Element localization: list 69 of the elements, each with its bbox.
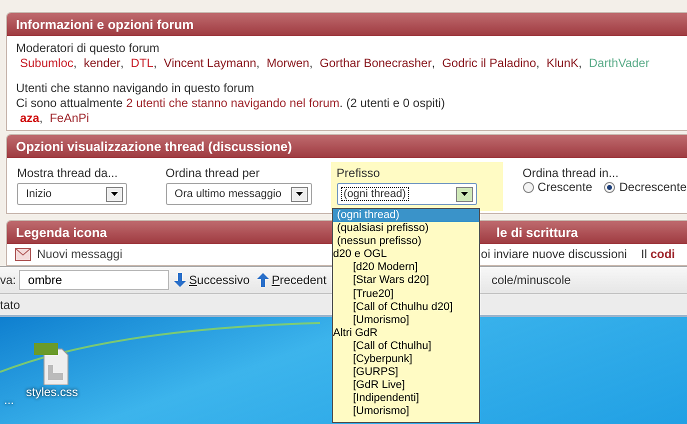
moderator-link[interactable]: Godric il Paladino [442, 56, 536, 71]
dropdown-option[interactable]: [d20 Modern] [333, 261, 479, 274]
status-text: tato [0, 298, 20, 312]
dropdown-option[interactable]: [Call of Cthulhu d20] [333, 300, 479, 314]
dropdown-option[interactable]: [Umorismo] [333, 314, 479, 327]
find-label: va: [0, 273, 16, 287]
select-label: Prefisso [336, 166, 381, 180]
search-field[interactable]: ombre [19, 270, 170, 290]
separator: , [120, 56, 124, 71]
dropdown-option[interactable]: [GURPS] [333, 366, 479, 380]
separator: , [39, 111, 43, 126]
dropdown-option[interactable]: [True20] [333, 288, 479, 301]
panel-title: Informazioni e opzioni forum [16, 17, 194, 32]
arrow-down-icon [174, 273, 186, 287]
dropdown-option[interactable]: [Indipendenti] [333, 392, 479, 406]
separator: , [309, 56, 313, 71]
separator: , [536, 56, 540, 71]
dropdown-option[interactable]: [Call of Cthulhu] [333, 340, 479, 354]
dropdown-select[interactable]: Ora ultimo messaggio [166, 183, 312, 205]
caret-icon [460, 192, 468, 196]
dropdown-option[interactable]: (qualsiasi prefisso) [333, 222, 479, 236]
dropdown-option[interactable]: [Cyberpunk] [333, 353, 479, 366]
css-file-icon[interactable] [34, 343, 70, 385]
separator: , [153, 56, 157, 71]
dropdown-option[interactable]: [GdR Live] [333, 379, 479, 392]
radio-button[interactable] [604, 182, 616, 192]
separator: , [73, 56, 77, 71]
user-link[interactable]: aza [20, 111, 40, 126]
previous-button[interactable]: Precedent [254, 273, 328, 287]
caret-icon [111, 192, 118, 196]
legend-text: oi inviare nuove discussioni [480, 247, 627, 262]
browsing-text: Ci sono attualmente 2 utenti che stanno navigando nel forum. (2 utenti e 0 ospiti) [16, 96, 445, 110]
separator: , [432, 56, 436, 71]
separator: , [578, 56, 582, 71]
browsing-link[interactable]: 2 utenti che stanno navigando nel forum [126, 96, 340, 110]
legend-text: Il codi [640, 247, 675, 262]
moderator-link[interactable]: DTL [130, 56, 154, 71]
envelope-icon [15, 248, 31, 261]
dropdown-select[interactable]: Inizio [17, 183, 127, 205]
arrow-up-icon [256, 273, 269, 287]
select-label: Ordina thread per [166, 166, 261, 180]
radio-option[interactable]: Crescente [522, 180, 592, 194]
moderator-link[interactable]: KlunK [546, 56, 579, 71]
option-group-label: d20 e OGL [333, 248, 388, 262]
moderator-link[interactable]: Subumloc [20, 56, 74, 71]
caret-icon [296, 192, 303, 196]
dropdown-option[interactable]: (nessun prefisso) [333, 235, 479, 248]
select-label: Mostra thread da... [17, 166, 119, 180]
dropdown-option[interactable]: [Umorismo] [333, 405, 479, 418]
select-label: Ordina thread in... [522, 166, 620, 180]
section-label: Utenti che stanno navigando in questo forum [16, 81, 254, 96]
option-group-label: Altri GdR [333, 326, 379, 340]
radio-button[interactable] [522, 182, 534, 192]
radio-option[interactable]: Decrescente [604, 180, 687, 194]
panel-title: Opzioni visualizzazione thread (discussione) [16, 139, 292, 154]
user-link[interactable]: FeAnPi [50, 111, 90, 126]
moderator-link[interactable]: kender [84, 56, 120, 71]
dropdown-select[interactable]: (ogni thread) [336, 183, 477, 205]
panel-title: le di scrittura [496, 225, 578, 240]
next-button[interactable]: Successivo [172, 273, 252, 287]
dropdown-option[interactable]: [Star Wars d20] [333, 274, 479, 288]
moderator-link[interactable]: Gorthar Bonecrasher [320, 56, 432, 71]
section-label: Moderatori di questo forum [16, 41, 160, 56]
panel-title: Legenda icona [16, 225, 108, 240]
legend-item: Nuovi messaggi [37, 247, 122, 262]
match-case-option[interactable]: cole/minuscole [491, 273, 571, 287]
separator: , [256, 56, 260, 71]
moderator-link[interactable]: Vincent Laymann [164, 56, 256, 71]
moderator-link[interactable]: Morwen [266, 56, 310, 71]
